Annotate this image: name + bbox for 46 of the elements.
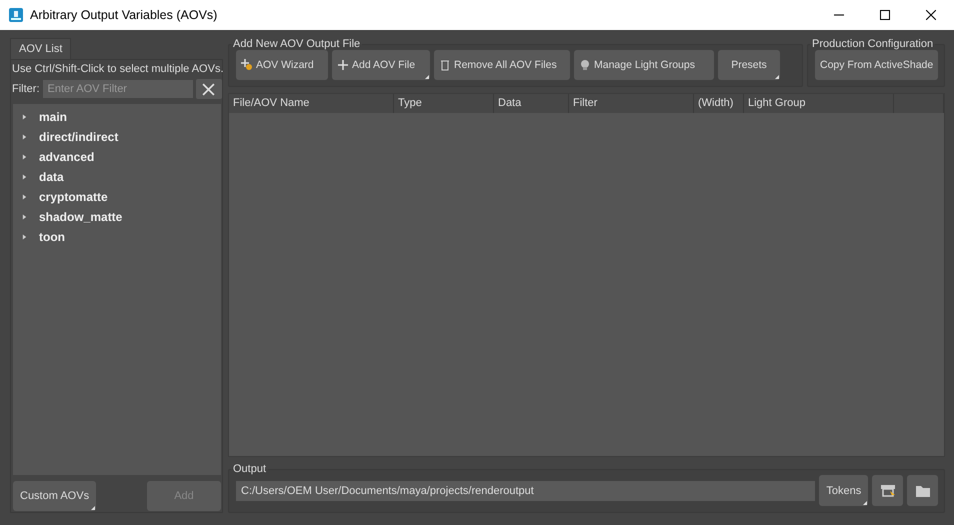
toolbar-button[interactable]: Presets (718, 50, 780, 80)
close-icon (202, 82, 216, 96)
render-icon (880, 484, 896, 498)
column-header[interactable]: (Width) (694, 94, 744, 113)
clear-button[interactable] (196, 79, 222, 99)
group-title: Production Configuration (811, 38, 934, 50)
group-title: Add New AOV Output File (232, 38, 362, 50)
app-icon (8, 7, 24, 23)
expand-arrow-icon[interactable] (22, 134, 27, 140)
tree-item[interactable]: main (39, 110, 68, 124)
column-header[interactable]: Light Group (744, 94, 894, 113)
tree-item[interactable]: direct/indirect (39, 130, 118, 144)
tree-item[interactable]: shadow_matte (39, 210, 122, 224)
expand-arrow-icon[interactable] (22, 174, 27, 180)
window-title: Arbitrary Output Variables (AOVs) (30, 8, 218, 22)
folder-button[interactable] (907, 475, 938, 506)
toolbar-button[interactable]: Add AOV File (332, 50, 430, 80)
folder-icon (914, 484, 931, 498)
column-header[interactable]: Data (494, 94, 569, 113)
panel-button[interactable]: Custom AOVs (13, 481, 96, 511)
toolbar-button[interactable]: Manage Light Groups (574, 50, 714, 80)
output-path-field[interactable]: C:/Users/OEM User/Documents/maya/projects/renderoutput (236, 480, 816, 500)
toolbar-button[interactable]: Remove All AOV Files (434, 50, 570, 80)
hint-text: Use Ctrl/Shift-Click to select multiple AOVs. (12, 63, 222, 75)
copy-button[interactable]: Copy From ActiveShade (815, 50, 938, 80)
toolbar-button[interactable]: AOV Wizard (236, 50, 328, 80)
tree-item[interactable]: toon (39, 230, 65, 244)
tree-item[interactable]: data (39, 170, 64, 184)
column-header[interactable]: Filter (569, 94, 694, 113)
expand-arrow-icon[interactable] (22, 194, 27, 200)
tree-item[interactable]: cryptomatte (39, 190, 108, 204)
expand-arrow-icon[interactable] (22, 154, 27, 160)
tree-item[interactable]: advanced (39, 150, 94, 164)
filter-label: Filter: (12, 83, 40, 95)
column-header[interactable]: Type (394, 94, 494, 113)
expand-arrow-icon[interactable] (22, 214, 27, 220)
filter-field[interactable]: Enter AOV Filter (42, 80, 192, 98)
trash-icon (439, 59, 451, 71)
light-bulb-icon (579, 59, 591, 71)
column-header[interactable]: File/AOV Name (229, 94, 394, 113)
group-title: Output (232, 463, 268, 475)
expand-arrow-icon[interactable] (22, 114, 27, 120)
tokens-button[interactable]: Tokens (819, 475, 868, 506)
aov-list-tab[interactable]: AOV List (10, 38, 72, 59)
expand-arrow-icon[interactable] (22, 234, 27, 240)
render-button[interactable] (872, 475, 904, 506)
